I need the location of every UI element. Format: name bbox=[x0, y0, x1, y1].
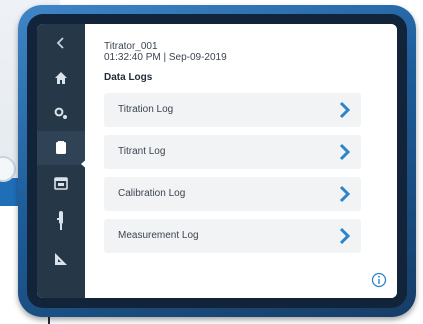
back-icon[interactable] bbox=[37, 26, 85, 60]
tablet-bezel: Titrator_001 01:32:40 PM | Sep-09-2019 D… bbox=[27, 14, 407, 308]
probe-icon[interactable] bbox=[37, 204, 85, 238]
timestamp: 01:32:40 PM | Sep-09-2019 bbox=[104, 52, 227, 63]
device-name: Titrator_001 bbox=[104, 41, 158, 52]
chevron-right-icon bbox=[339, 185, 351, 203]
tablet-frame: Titrator_001 01:32:40 PM | Sep-09-2019 D… bbox=[18, 5, 416, 317]
chevron-right-icon bbox=[339, 101, 351, 119]
sidebar-nav bbox=[37, 24, 89, 298]
log-label: Measurement Log bbox=[118, 230, 199, 241]
main-content: Titrator_001 01:32:40 PM | Sep-09-2019 D… bbox=[85, 24, 397, 298]
tablet-screen: Titrator_001 01:32:40 PM | Sep-09-2019 D… bbox=[37, 24, 397, 298]
settings-icon[interactable] bbox=[37, 96, 85, 130]
home-icon[interactable] bbox=[37, 61, 85, 95]
chevron-right-icon bbox=[339, 227, 351, 245]
log-label: Titration Log bbox=[118, 104, 174, 115]
info-icon[interactable] bbox=[371, 272, 387, 288]
titrant-log-row[interactable]: Titrant Log bbox=[104, 135, 361, 169]
measurement-log-row[interactable]: Measurement Log bbox=[104, 219, 361, 253]
section-title: Data Logs bbox=[104, 72, 153, 83]
calibration-log-row[interactable]: Calibration Log bbox=[104, 177, 361, 211]
ruler-icon[interactable] bbox=[37, 242, 85, 276]
log-label: Calibration Log bbox=[118, 188, 186, 199]
chevron-right-icon bbox=[339, 143, 351, 161]
titration-log-row[interactable]: Titration Log bbox=[104, 93, 361, 127]
calendar-icon[interactable] bbox=[37, 166, 85, 200]
data-logs-icon[interactable] bbox=[37, 131, 85, 165]
log-label: Titrant Log bbox=[118, 146, 166, 157]
